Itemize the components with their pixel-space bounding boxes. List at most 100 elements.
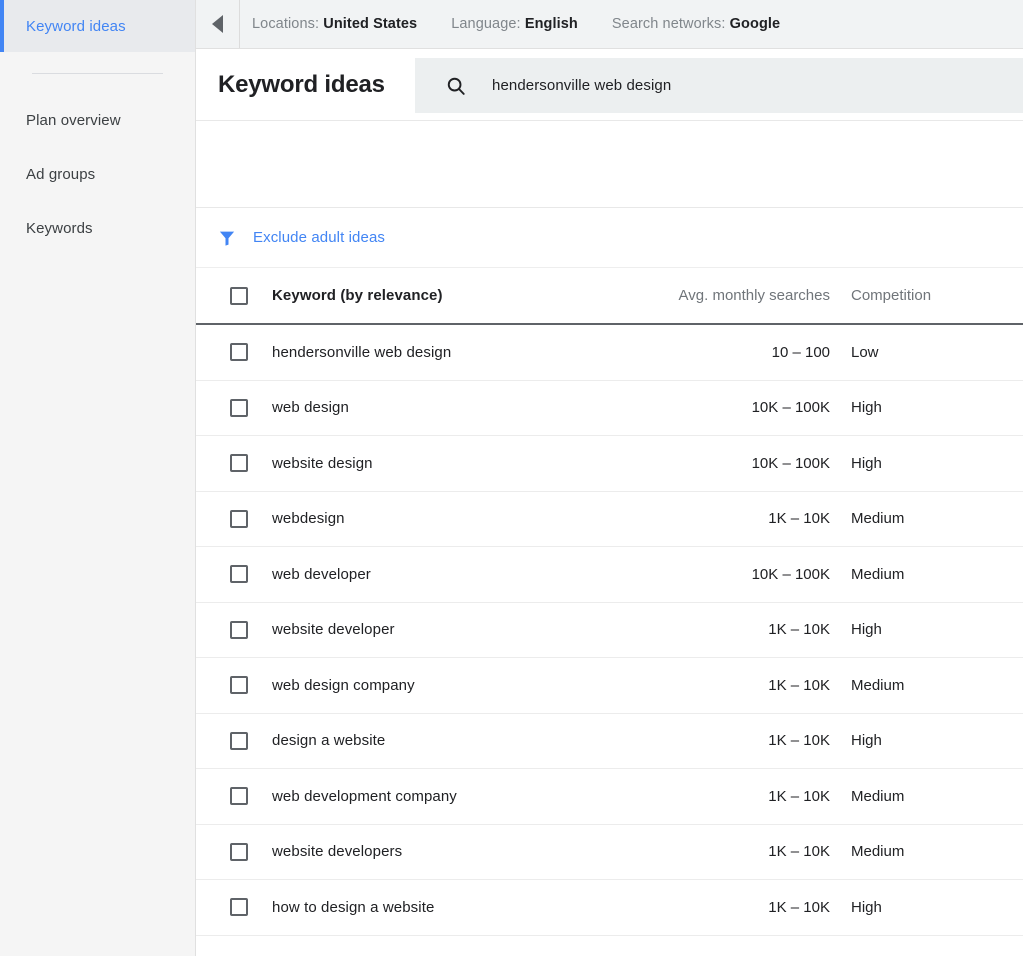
sidebar-item-label: Keyword ideas xyxy=(26,17,126,35)
toolbar-settings-list: Locations: United States Language: Engli… xyxy=(240,0,1023,48)
table-row[interactable]: web design company 1K – 10K Medium xyxy=(196,658,1023,714)
cell-avg-monthly-searches: 1K – 10K xyxy=(768,787,830,805)
search-networks-setting[interactable]: Search networks: Google xyxy=(612,16,780,32)
row-select-cell xyxy=(196,731,272,750)
cell-competition: Medium xyxy=(851,676,905,694)
row-checkbox[interactable] xyxy=(230,731,248,750)
row-select-cell xyxy=(196,787,272,806)
cell-avg-monthly-searches: 10K – 100K xyxy=(751,399,830,417)
search-icon xyxy=(447,77,465,95)
sidebar-item-keywords[interactable]: Keywords xyxy=(0,201,195,255)
row-select-cell xyxy=(196,898,272,917)
table-row[interactable]: webdesign 1K – 10K Medium xyxy=(196,491,1023,547)
row-select-cell xyxy=(196,398,272,417)
cell-avg-monthly-searches: 10 – 100 xyxy=(771,343,830,361)
cell-keyword: web developer xyxy=(272,565,371,583)
cell-keyword: website developers xyxy=(272,843,403,861)
table-row[interactable]: web design 10K – 100K High xyxy=(196,380,1023,436)
cell-keyword: design a website xyxy=(272,732,386,750)
cell-avg-monthly-searches: 1K – 10K xyxy=(768,843,830,861)
locations-value: United States xyxy=(323,16,418,32)
row-checkbox[interactable] xyxy=(230,343,248,362)
filter-funnel-icon[interactable] xyxy=(218,229,236,247)
column-header-competition[interactable]: Competition xyxy=(851,287,1023,304)
table-row[interactable]: website developer 1K – 10K High xyxy=(196,602,1023,658)
cell-competition: High xyxy=(851,399,882,417)
cell-competition: High xyxy=(851,621,882,639)
row-select-cell xyxy=(196,620,272,639)
cell-avg-monthly-searches: 1K – 10K xyxy=(768,732,830,750)
cell-keyword: web development company xyxy=(272,787,457,805)
table-row[interactable]: design a website 1K – 10K High xyxy=(196,713,1023,769)
row-checkbox[interactable] xyxy=(230,898,248,917)
row-checkbox[interactable] xyxy=(230,842,248,861)
locations-label: Locations: xyxy=(252,16,320,32)
cell-avg-monthly-searches: 1K – 10K xyxy=(768,621,830,639)
cell-competition: Medium xyxy=(851,843,905,861)
settings-toolbar: Locations: United States Language: Engli… xyxy=(196,0,1023,49)
cell-keyword: hendersonville web design xyxy=(272,343,452,361)
collapse-panel-button[interactable] xyxy=(196,0,240,48)
filters-empty-band xyxy=(196,121,1023,208)
language-setting[interactable]: Language: English xyxy=(451,16,578,32)
cell-keyword: web design company xyxy=(272,676,415,694)
column-header-keyword[interactable]: Keyword (by relevance) xyxy=(272,287,667,304)
filter-bar: Exclude adult ideas xyxy=(196,208,1023,268)
sidebar-item-ad-groups[interactable]: Ad groups xyxy=(0,147,195,201)
cell-competition: Medium xyxy=(851,787,905,805)
cell-competition: Medium xyxy=(851,565,905,583)
select-all-cell xyxy=(196,286,272,305)
row-select-cell xyxy=(196,842,272,861)
row-select-cell xyxy=(196,343,272,362)
active-indicator-bar xyxy=(0,0,4,52)
triangle-left-icon xyxy=(212,15,223,33)
sidebar-item-label: Keywords xyxy=(26,219,93,237)
table-row[interactable]: web developer 10K – 100K Medium xyxy=(196,547,1023,603)
cell-keyword: webdesign xyxy=(272,510,345,528)
table-row[interactable]: website design 10K – 100K High xyxy=(196,436,1023,492)
row-checkbox[interactable] xyxy=(230,787,248,806)
sidebar: Keyword ideas Plan overview Ad groups Ke… xyxy=(0,0,196,956)
search-networks-value: Google xyxy=(729,16,781,32)
locations-setting[interactable]: Locations: United States xyxy=(252,16,417,32)
page-title: Keyword ideas xyxy=(218,70,385,98)
sidebar-item-label: Ad groups xyxy=(26,165,96,183)
cell-avg-monthly-searches: 1K – 10K xyxy=(768,898,830,916)
sidebar-item-plan-overview[interactable]: Plan overview xyxy=(0,93,195,147)
cell-keyword: website developer xyxy=(272,621,395,639)
column-header-avg-monthly-searches[interactable]: Avg. monthly searches xyxy=(667,287,851,304)
row-checkbox[interactable] xyxy=(230,620,248,639)
search-input-value[interactable]: hendersonville web design xyxy=(492,77,671,94)
row-checkbox[interactable] xyxy=(230,454,248,473)
table-row[interactable]: how to design a website 1K – 10K High xyxy=(196,880,1023,936)
row-select-cell xyxy=(196,509,272,528)
table-row[interactable]: website developers 1K – 10K Medium xyxy=(196,824,1023,880)
keyword-planner-app: Keyword ideas Plan overview Ad groups Ke… xyxy=(0,0,1023,962)
cell-avg-monthly-searches: 10K – 100K xyxy=(751,565,830,583)
cell-keyword: how to design a website xyxy=(272,898,435,916)
language-label: Language: xyxy=(451,16,521,32)
table-row[interactable]: hendersonville web design 10 – 100 Low xyxy=(196,325,1023,381)
cell-competition: High xyxy=(851,898,882,916)
row-checkbox[interactable] xyxy=(230,676,248,695)
table-header-row: Keyword (by relevance) Avg. monthly sear… xyxy=(196,268,1023,325)
row-checkbox[interactable] xyxy=(230,565,248,584)
row-select-cell xyxy=(196,454,272,473)
row-select-cell xyxy=(196,565,272,584)
row-select-cell xyxy=(196,676,272,695)
header-row: Keyword ideas hendersonville web design xyxy=(196,49,1023,121)
sidebar-item-label: Plan overview xyxy=(26,111,121,129)
language-value: English xyxy=(524,16,578,32)
search-networks-label: Search networks: xyxy=(611,16,726,32)
cell-avg-monthly-searches: 10K – 100K xyxy=(751,454,830,472)
sidebar-item-keyword-ideas[interactable]: Keyword ideas xyxy=(0,0,195,52)
exclude-adult-ideas-link[interactable]: Exclude adult ideas xyxy=(253,229,385,246)
row-checkbox[interactable] xyxy=(230,398,248,417)
row-checkbox[interactable] xyxy=(230,509,248,528)
cell-keyword: web design xyxy=(272,399,349,417)
select-all-checkbox[interactable] xyxy=(230,286,248,305)
keyword-search-field[interactable]: hendersonville web design xyxy=(415,58,1023,113)
main-content: Locations: United States Language: Engli… xyxy=(196,0,1023,962)
cell-competition: High xyxy=(851,454,882,472)
table-row[interactable]: web development company 1K – 10K Medium xyxy=(196,769,1023,825)
